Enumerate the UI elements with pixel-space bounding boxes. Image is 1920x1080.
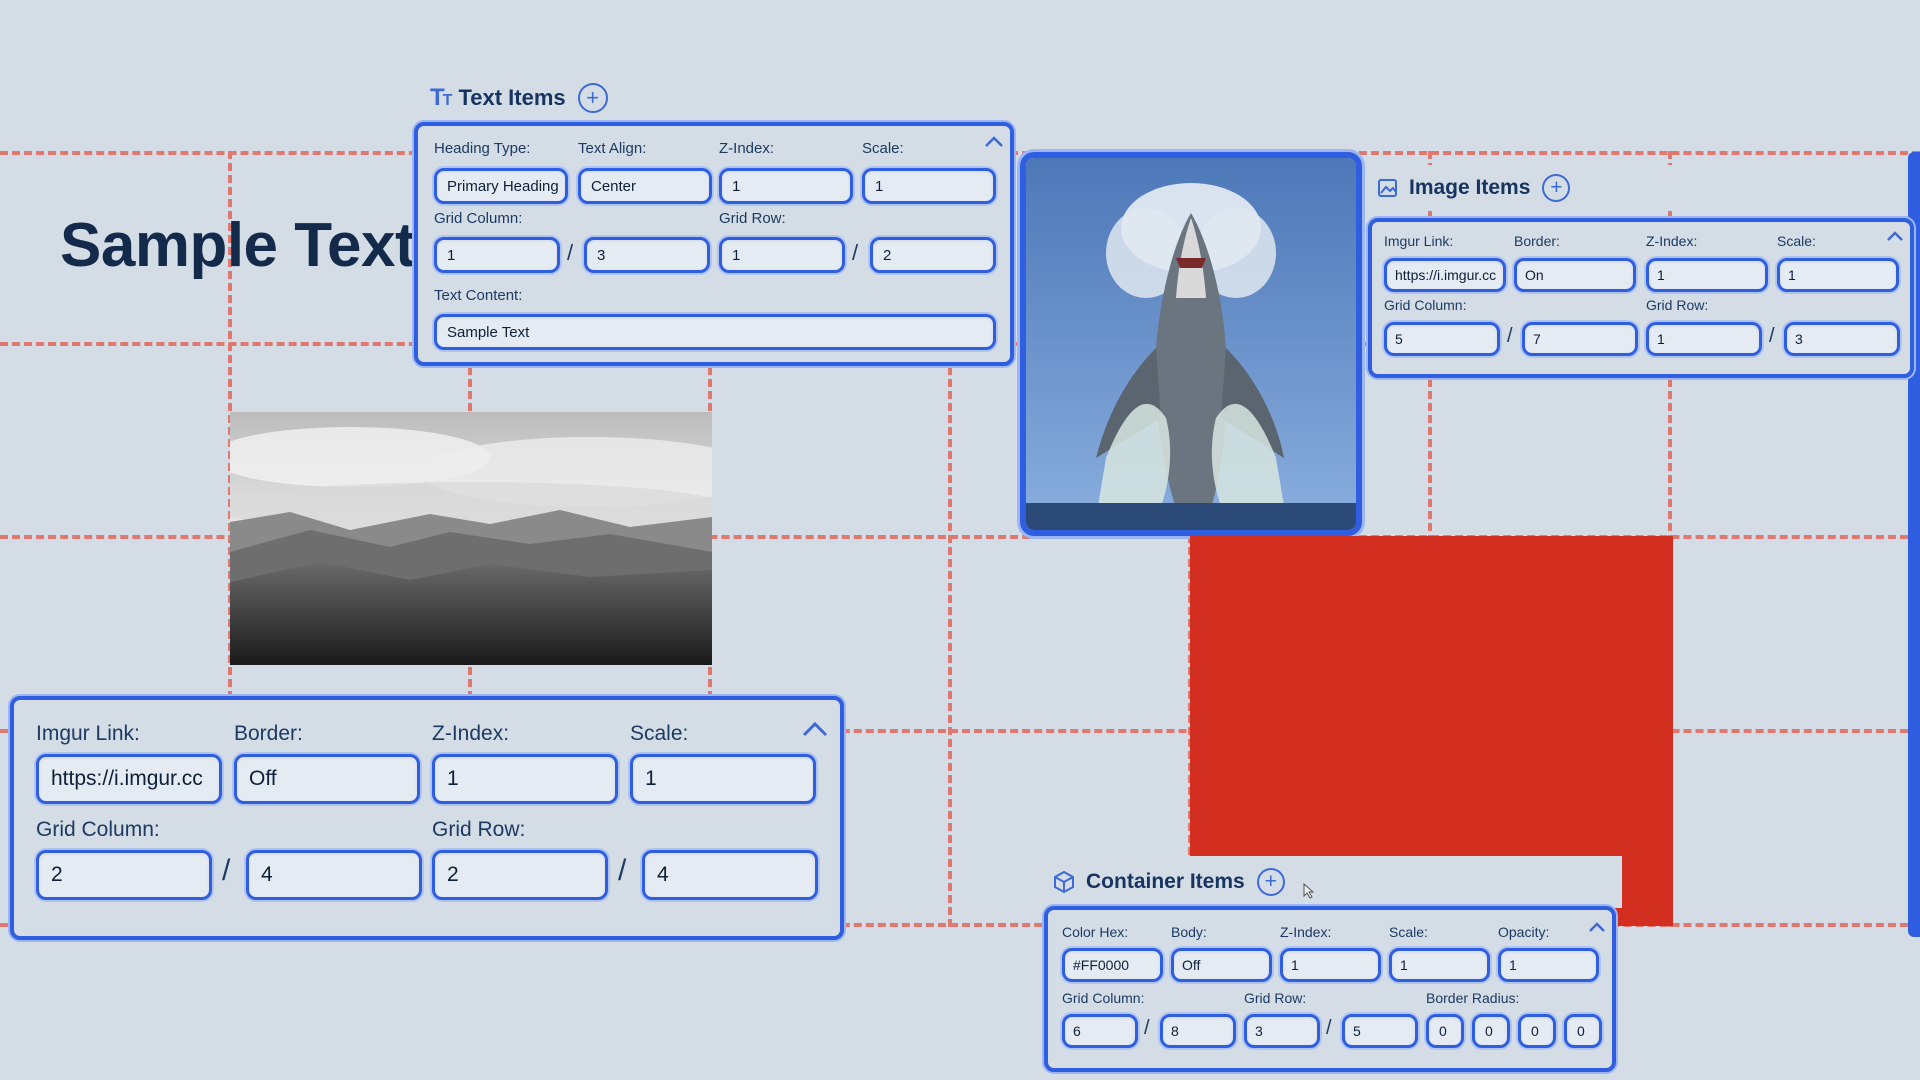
cube-icon bbox=[1052, 870, 1076, 894]
add-container-item-button[interactable]: + bbox=[1256, 868, 1285, 896]
z-index-input[interactable]: 1 bbox=[432, 754, 618, 804]
imgur-link-label: Imgur Link: bbox=[1384, 233, 1454, 249]
image-item-panel-expanded: Imgur Link: Border: Z-Index: Scale: http… bbox=[10, 696, 844, 940]
text-type-icon: TT bbox=[430, 84, 452, 111]
column-separator: / bbox=[567, 240, 574, 265]
z-index-label: Z-Index: bbox=[432, 722, 510, 745]
scale-input[interactable]: 1 bbox=[862, 168, 996, 204]
row-separator: / bbox=[1769, 325, 1775, 347]
z-index-input[interactable]: 1 bbox=[1646, 258, 1768, 292]
z-index-input[interactable]: 1 bbox=[719, 168, 853, 204]
border-label: Border: bbox=[1514, 233, 1560, 249]
border-radius-bottom-left-input[interactable]: 0 bbox=[1564, 1014, 1602, 1048]
text-content-label: Text Content: bbox=[434, 287, 523, 304]
cursor-pointer-icon bbox=[1303, 883, 1315, 899]
image-items-header: Image Items + bbox=[1368, 165, 1908, 211]
chevron-up-icon[interactable] bbox=[984, 134, 1004, 153]
text-align-select[interactable]: Center bbox=[578, 168, 712, 204]
shark-image[interactable] bbox=[1020, 152, 1362, 536]
color-hex-input[interactable]: #FF0000 bbox=[1062, 948, 1163, 982]
color-hex-label: Color Hex: bbox=[1062, 924, 1129, 940]
sample-heading[interactable]: Sample Text bbox=[60, 210, 416, 281]
grid-row-start-input[interactable]: 2 bbox=[432, 850, 608, 900]
grid-column-end-input[interactable]: 7 bbox=[1522, 322, 1638, 356]
border-radius-bottom-right-input[interactable]: 0 bbox=[1518, 1014, 1556, 1048]
border-select[interactable]: On bbox=[1514, 258, 1636, 292]
chevron-up-icon[interactable] bbox=[1588, 920, 1606, 938]
add-text-item-button[interactable]: + bbox=[577, 83, 608, 113]
image-icon bbox=[1377, 177, 1399, 199]
z-index-label: Z-Index: bbox=[1646, 233, 1698, 249]
image-items-title: Image Items bbox=[1409, 176, 1531, 199]
row-separator: / bbox=[852, 240, 859, 265]
text-content-input[interactable]: Sample Text bbox=[434, 314, 996, 350]
column-separator: / bbox=[222, 854, 231, 887]
border-label: Border: bbox=[234, 722, 303, 745]
heading-type-label: Heading Type: bbox=[434, 140, 531, 157]
grid-column-label: Grid Column: bbox=[1384, 297, 1467, 313]
image-item-panel: Imgur Link: Border: Z-Index: Scale: http… bbox=[1368, 218, 1914, 378]
container-items-title: Container Items bbox=[1086, 870, 1245, 893]
grid-row-label: Grid Row: bbox=[1646, 297, 1709, 313]
scale-input[interactable]: 1 bbox=[630, 754, 816, 804]
landscape-image[interactable] bbox=[230, 412, 712, 665]
text-item-panel: Heading Type: Text Align: Z-Index: Scale… bbox=[414, 122, 1014, 366]
grid-row-end-input[interactable]: 5 bbox=[1342, 1014, 1418, 1048]
grid-column-label: Grid Column: bbox=[1062, 990, 1145, 1006]
chevron-up-icon[interactable] bbox=[802, 720, 828, 743]
imgur-link-input[interactable]: https://i.imgur.cc bbox=[36, 754, 222, 804]
grid-column-label: Grid Column: bbox=[36, 818, 160, 841]
scale-label: Scale: bbox=[1389, 924, 1428, 940]
border-select[interactable]: Off bbox=[234, 754, 420, 804]
z-index-label: Z-Index: bbox=[719, 140, 775, 157]
container-item-panel: Color Hex: Body: Z-Index: Scale: Opacity… bbox=[1044, 906, 1616, 1072]
scale-input[interactable]: 1 bbox=[1389, 948, 1490, 982]
chevron-up-icon[interactable] bbox=[1886, 229, 1904, 247]
grid-row-start-input[interactable]: 3 bbox=[1244, 1014, 1320, 1048]
text-items-title: Text Items bbox=[458, 85, 566, 110]
grid-column-end-input[interactable]: 4 bbox=[246, 850, 422, 900]
add-image-item-button[interactable]: + bbox=[1542, 174, 1571, 202]
grid-column-start-input[interactable]: 2 bbox=[36, 850, 212, 900]
border-radius-top-left-input[interactable]: 0 bbox=[1426, 1014, 1464, 1048]
grid-column-label: Grid Column: bbox=[434, 210, 523, 227]
border-radius-label: Border Radius: bbox=[1426, 990, 1520, 1006]
z-index-label: Z-Index: bbox=[1280, 924, 1332, 940]
text-items-header: TT Text Items + bbox=[410, 72, 1016, 124]
row-separator: / bbox=[1326, 1017, 1332, 1039]
imgur-link-input[interactable]: https://i.imgur.cc bbox=[1384, 258, 1506, 292]
grid-column-start-input[interactable]: 1 bbox=[434, 237, 560, 273]
scale-label: Scale: bbox=[1777, 233, 1816, 249]
grid-row-end-input[interactable]: 3 bbox=[1784, 322, 1900, 356]
body-select[interactable]: Off bbox=[1171, 948, 1272, 982]
grid-column-end-input[interactable]: 8 bbox=[1160, 1014, 1236, 1048]
grid-row-start-input[interactable]: 1 bbox=[719, 237, 845, 273]
scale-label: Scale: bbox=[630, 722, 689, 745]
container-items-header: Container Items + bbox=[1040, 856, 1622, 908]
text-align-label: Text Align: bbox=[578, 140, 647, 157]
grid-row-end-input[interactable]: 4 bbox=[642, 850, 818, 900]
column-separator: / bbox=[1144, 1017, 1150, 1039]
imgur-link-label: Imgur Link: bbox=[36, 722, 140, 745]
row-separator: / bbox=[618, 854, 627, 887]
landscape-picture bbox=[230, 412, 712, 665]
body-label: Body: bbox=[1171, 924, 1207, 940]
grid-row-end-input[interactable]: 2 bbox=[870, 237, 996, 273]
border-radius-top-right-input[interactable]: 0 bbox=[1472, 1014, 1510, 1048]
grid-row-label: Grid Row: bbox=[1244, 990, 1307, 1006]
grid-column-start-input[interactable]: 6 bbox=[1062, 1014, 1138, 1048]
shark-picture bbox=[1026, 158, 1356, 530]
scale-label: Scale: bbox=[862, 140, 904, 157]
grid-row-start-input[interactable]: 1 bbox=[1646, 322, 1762, 356]
grid-column-start-input[interactable]: 5 bbox=[1384, 322, 1500, 356]
opacity-input[interactable]: 1 bbox=[1498, 948, 1599, 982]
heading-type-select[interactable]: Primary Heading bbox=[434, 168, 568, 204]
opacity-label: Opacity: bbox=[1498, 924, 1550, 940]
grid-row-label: Grid Row: bbox=[432, 818, 526, 841]
grid-column-end-input[interactable]: 3 bbox=[584, 237, 710, 273]
scale-input[interactable]: 1 bbox=[1777, 258, 1899, 292]
column-separator: / bbox=[1507, 325, 1513, 347]
z-index-input[interactable]: 1 bbox=[1280, 948, 1381, 982]
grid-row-label: Grid Row: bbox=[719, 210, 786, 227]
